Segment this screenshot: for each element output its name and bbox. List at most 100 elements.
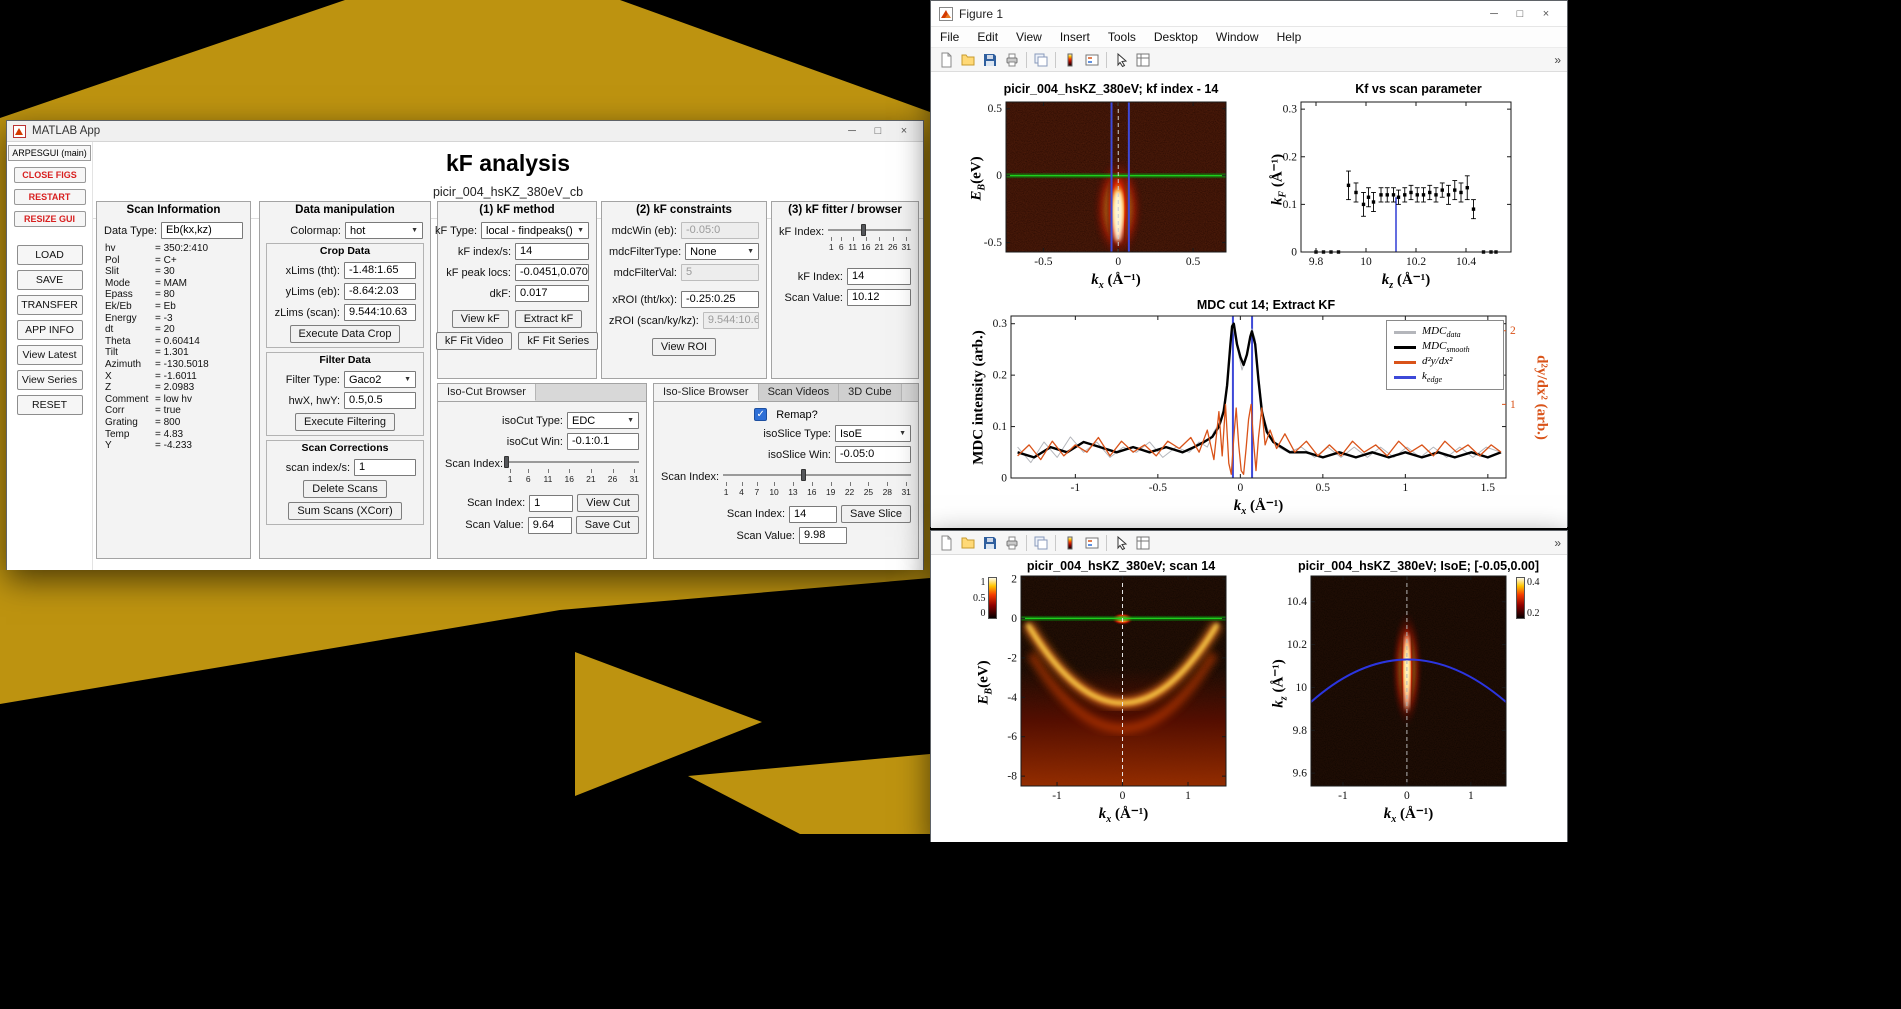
sidebar-red-button[interactable]: RESTART	[13, 189, 86, 205]
execute-filtering-button[interactable]: Execute Filtering	[295, 413, 395, 431]
insert-colorbar-icon[interactable]	[1059, 50, 1081, 70]
isoslice-type-dropdown[interactable]: IsoE ▼	[835, 425, 911, 442]
colormap-dropdown[interactable]: hot ▼	[345, 222, 423, 239]
view-roi-button[interactable]: View ROI	[651, 338, 717, 356]
open-file-icon[interactable]	[957, 50, 979, 70]
slider-tick: 6	[525, 469, 531, 484]
save-icon[interactable]	[979, 50, 1001, 70]
kf-peak-locs-field[interactable]: -0.0451,0.0709	[515, 264, 589, 281]
isocut-index-field[interactable]: 1	[529, 494, 574, 512]
isocut-win-field[interactable]: -0.1:0.1	[567, 433, 639, 450]
toolbar-overflow-chevron[interactable]: »	[1554, 536, 1561, 550]
dkf-field[interactable]: 0.017	[515, 285, 589, 302]
save-icon[interactable]	[979, 533, 1001, 553]
slider-thumb[interactable]	[860, 224, 866, 236]
minimize-button[interactable]: ─	[1481, 8, 1507, 20]
menu-item[interactable]: View	[1007, 30, 1051, 44]
menu-item[interactable]: Edit	[968, 30, 1007, 44]
kf-type-dropdown[interactable]: local - findpeaks() ▼	[481, 222, 589, 239]
isoslice-win-field[interactable]: -0.05:0	[835, 446, 911, 463]
kf-scan-axes[interactable]: 9.8 10 10.2 10.400.10.20.3	[1271, 98, 1566, 278]
kf-index-slider[interactable]	[828, 224, 911, 236]
insert-legend-icon[interactable]	[1081, 50, 1103, 70]
property-inspector-icon[interactable]	[1132, 533, 1154, 553]
delete-scans-button[interactable]: Delete Scans	[303, 480, 387, 498]
menu-item[interactable]: Help	[1268, 30, 1311, 44]
tab-iso-slice-browser[interactable]: Iso-Slice Browser	[654, 384, 759, 401]
sidebar-button[interactable]: SAVE	[16, 270, 83, 290]
matlab-app-titlebar[interactable]: MATLAB App ─ □ ×	[7, 121, 923, 142]
scan-value-field[interactable]: 10.12	[847, 289, 911, 306]
execute-data-crop-button[interactable]: Execute Data Crop	[289, 325, 401, 343]
tab-scan-videos[interactable]: Scan Videos	[758, 384, 840, 401]
sidebar-red-button[interactable]: CLOSE FIGS	[13, 167, 86, 183]
toolbar-overflow-chevron[interactable]: »	[1554, 53, 1561, 67]
hw-field[interactable]: 0.5,0.5	[344, 392, 416, 409]
minimize-button[interactable]: ─	[839, 125, 865, 137]
property-inspector-icon[interactable]	[1132, 50, 1154, 70]
view-kf-button[interactable]: View kF	[451, 310, 509, 328]
xroi-field[interactable]: -0.25:0.25	[681, 291, 759, 308]
menu-item[interactable]: File	[931, 30, 968, 44]
sum-scans-button[interactable]: Sum Scans (XCorr)	[288, 502, 402, 520]
print-icon[interactable]	[1001, 533, 1023, 553]
kf-index-field[interactable]: 14	[515, 243, 589, 260]
menu-item[interactable]: Tools	[1099, 30, 1145, 44]
sidebar-button[interactable]: View Series	[16, 370, 83, 390]
copy-figure-icon[interactable]	[1030, 533, 1052, 553]
maximize-button[interactable]: □	[1507, 8, 1533, 20]
tab-3d-cube[interactable]: 3D Cube	[839, 384, 902, 401]
xlims-field[interactable]: -1.48:1.65	[344, 262, 416, 279]
mdc-filter-type-dropdown[interactable]: None ▼	[685, 243, 759, 260]
scan14-axes[interactable]: -1 0 1 2 0 -2 -4 -6 -8	[971, 573, 1271, 819]
sidebar-button[interactable]: TRANSFER	[16, 295, 83, 315]
isocut-value-field[interactable]: 9.64	[527, 516, 572, 534]
kf-map-axes[interactable]: -0.5 0 0.50.50-0.5	[961, 98, 1261, 278]
mdc-legend[interactable]: MDCdata MDCsmooth d²y/dx² kedge	[1386, 320, 1504, 390]
copy-figure-icon[interactable]	[1030, 50, 1052, 70]
tab-iso-cut-browser[interactable]: Iso-Cut Browser	[438, 384, 536, 401]
data-type-field[interactable]: Eb(kx,kz)	[161, 222, 243, 239]
page-title: kF analysis	[445, 150, 571, 176]
isoslice-index-field[interactable]: 14	[789, 505, 838, 523]
zlims-field[interactable]: 9.544:10.63	[344, 304, 416, 321]
view-cut-button[interactable]: View Cut	[577, 494, 639, 512]
tab-arpesgui-main[interactable]: ARPESGUI (main)	[8, 145, 91, 161]
menu-item[interactable]: Desktop	[1145, 30, 1207, 44]
sidebar-button[interactable]: View Latest	[16, 345, 83, 365]
menu-item[interactable]: Window	[1207, 30, 1268, 44]
print-icon[interactable]	[1001, 50, 1023, 70]
open-file-icon[interactable]	[957, 533, 979, 553]
scan-index-field[interactable]: 1	[354, 459, 416, 476]
isoslice-value-field[interactable]: 9.98	[799, 527, 847, 544]
save-slice-button[interactable]: Save Slice	[841, 505, 911, 523]
edit-plot-arrow-icon[interactable]	[1110, 50, 1132, 70]
extract-kf-button[interactable]: Extract kF	[514, 310, 583, 328]
kf-fit-series-button[interactable]: kF Fit Series	[518, 332, 599, 350]
kf-fit-video-button[interactable]: kF Fit Video	[435, 332, 513, 350]
close-button[interactable]: ×	[1533, 8, 1559, 20]
isoslice-scan-slider[interactable]	[723, 469, 911, 481]
insert-colorbar-icon[interactable]	[1059, 533, 1081, 553]
new-figure-icon[interactable]	[935, 50, 957, 70]
menu-item[interactable]: Insert	[1051, 30, 1099, 44]
edit-plot-arrow-icon[interactable]	[1110, 533, 1132, 553]
save-cut-button[interactable]: Save Cut	[575, 516, 639, 534]
insert-legend-icon[interactable]	[1081, 533, 1103, 553]
new-figure-icon[interactable]	[935, 533, 957, 553]
close-button[interactable]: ×	[891, 125, 917, 137]
isocut-type-dropdown[interactable]: EDC ▼	[567, 412, 639, 429]
slider-thumb[interactable]	[504, 456, 510, 468]
isocut-scan-slider[interactable]	[504, 456, 639, 468]
sidebar-button[interactable]: RESET	[16, 395, 83, 415]
remap-checkbox[interactable]: ✓	[754, 408, 768, 421]
kf-index-value-field[interactable]: 14	[847, 268, 911, 285]
sidebar-button[interactable]: LOAD	[16, 245, 83, 265]
maximize-button[interactable]: □	[865, 125, 891, 137]
filter-type-dropdown[interactable]: Gaco2 ▼	[344, 371, 416, 388]
slider-thumb[interactable]	[800, 469, 806, 481]
sidebar-button[interactable]: APP INFO	[16, 320, 83, 340]
figure1-titlebar[interactable]: Figure 1 ─ □ ×	[931, 1, 1567, 27]
ylims-field[interactable]: -8.64:2.03	[344, 283, 416, 300]
sidebar-red-button[interactable]: RESIZE GUI	[13, 211, 86, 227]
